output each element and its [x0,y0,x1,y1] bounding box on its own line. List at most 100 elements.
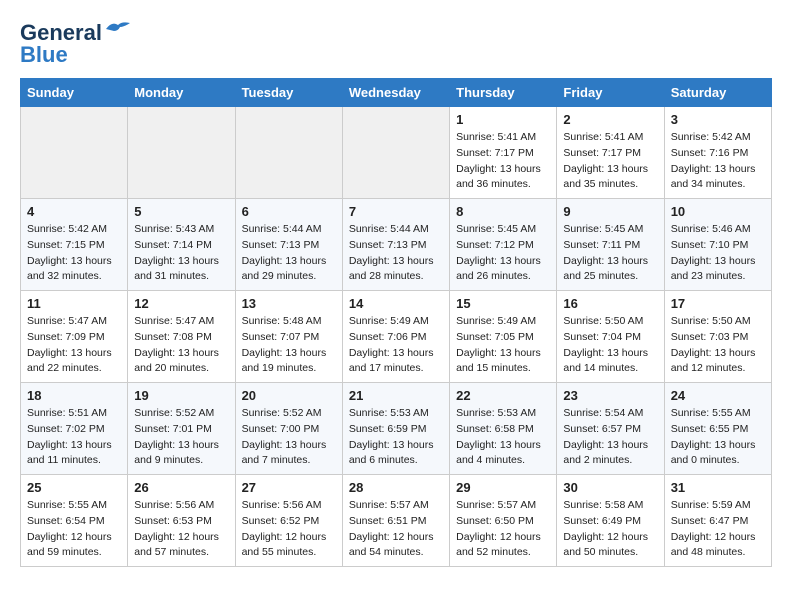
calendar-cell: 22 Sunrise: 5:53 AMSunset: 6:58 PMDaylig… [450,383,557,475]
day-number: 30 [563,480,657,495]
day-number: 19 [134,388,228,403]
day-number: 16 [563,296,657,311]
day-number: 12 [134,296,228,311]
day-number: 11 [27,296,121,311]
day-info: Sunrise: 5:50 AMSunset: 7:04 PMDaylight:… [563,314,657,377]
calendar-cell: 2 Sunrise: 5:41 AMSunset: 7:17 PMDayligh… [557,107,664,199]
day-info: Sunrise: 5:47 AMSunset: 7:08 PMDaylight:… [134,314,228,377]
day-info: Sunrise: 5:46 AMSunset: 7:10 PMDaylight:… [671,222,765,285]
calendar-cell: 11 Sunrise: 5:47 AMSunset: 7:09 PMDaylig… [21,291,128,383]
calendar-cell: 13 Sunrise: 5:48 AMSunset: 7:07 PMDaylig… [235,291,342,383]
column-header-friday: Friday [557,79,664,107]
week-row-3: 11 Sunrise: 5:47 AMSunset: 7:09 PMDaylig… [21,291,772,383]
day-info: Sunrise: 5:48 AMSunset: 7:07 PMDaylight:… [242,314,336,377]
calendar-cell: 20 Sunrise: 5:52 AMSunset: 7:00 PMDaylig… [235,383,342,475]
column-header-monday: Monday [128,79,235,107]
day-number: 28 [349,480,443,495]
day-info: Sunrise: 5:53 AMSunset: 6:59 PMDaylight:… [349,406,443,469]
calendar-cell: 24 Sunrise: 5:55 AMSunset: 6:55 PMDaylig… [664,383,771,475]
day-info: Sunrise: 5:45 AMSunset: 7:11 PMDaylight:… [563,222,657,285]
day-number: 17 [671,296,765,311]
day-info: Sunrise: 5:55 AMSunset: 6:54 PMDaylight:… [27,498,121,561]
day-number: 13 [242,296,336,311]
day-info: Sunrise: 5:54 AMSunset: 6:57 PMDaylight:… [563,406,657,469]
day-info: Sunrise: 5:50 AMSunset: 7:03 PMDaylight:… [671,314,765,377]
day-number: 26 [134,480,228,495]
calendar-cell [128,107,235,199]
calendar-cell: 18 Sunrise: 5:51 AMSunset: 7:02 PMDaylig… [21,383,128,475]
calendar-cell: 12 Sunrise: 5:47 AMSunset: 7:08 PMDaylig… [128,291,235,383]
day-number: 15 [456,296,550,311]
day-info: Sunrise: 5:42 AMSunset: 7:16 PMDaylight:… [671,130,765,193]
calendar-cell: 28 Sunrise: 5:57 AMSunset: 6:51 PMDaylig… [342,475,449,567]
calendar-cell: 6 Sunrise: 5:44 AMSunset: 7:13 PMDayligh… [235,199,342,291]
week-row-5: 25 Sunrise: 5:55 AMSunset: 6:54 PMDaylig… [21,475,772,567]
calendar-cell: 3 Sunrise: 5:42 AMSunset: 7:16 PMDayligh… [664,107,771,199]
calendar-cell: 16 Sunrise: 5:50 AMSunset: 7:04 PMDaylig… [557,291,664,383]
week-row-2: 4 Sunrise: 5:42 AMSunset: 7:15 PMDayligh… [21,199,772,291]
calendar-cell: 26 Sunrise: 5:56 AMSunset: 6:53 PMDaylig… [128,475,235,567]
calendar-cell: 21 Sunrise: 5:53 AMSunset: 6:59 PMDaylig… [342,383,449,475]
week-row-4: 18 Sunrise: 5:51 AMSunset: 7:02 PMDaylig… [21,383,772,475]
header-row: SundayMondayTuesdayWednesdayThursdayFrid… [21,79,772,107]
calendar-cell: 23 Sunrise: 5:54 AMSunset: 6:57 PMDaylig… [557,383,664,475]
column-header-sunday: Sunday [21,79,128,107]
calendar-cell: 9 Sunrise: 5:45 AMSunset: 7:11 PMDayligh… [557,199,664,291]
day-number: 27 [242,480,336,495]
day-number: 23 [563,388,657,403]
day-info: Sunrise: 5:57 AMSunset: 6:50 PMDaylight:… [456,498,550,561]
day-number: 2 [563,112,657,127]
calendar-table: SundayMondayTuesdayWednesdayThursdayFrid… [20,78,772,567]
day-number: 31 [671,480,765,495]
day-info: Sunrise: 5:59 AMSunset: 6:47 PMDaylight:… [671,498,765,561]
calendar-cell: 31 Sunrise: 5:59 AMSunset: 6:47 PMDaylig… [664,475,771,567]
day-info: Sunrise: 5:43 AMSunset: 7:14 PMDaylight:… [134,222,228,285]
day-number: 21 [349,388,443,403]
day-info: Sunrise: 5:44 AMSunset: 7:13 PMDaylight:… [349,222,443,285]
day-number: 9 [563,204,657,219]
day-number: 1 [456,112,550,127]
day-number: 5 [134,204,228,219]
day-info: Sunrise: 5:41 AMSunset: 7:17 PMDaylight:… [456,130,550,193]
calendar-cell: 30 Sunrise: 5:58 AMSunset: 6:49 PMDaylig… [557,475,664,567]
day-number: 7 [349,204,443,219]
day-info: Sunrise: 5:49 AMSunset: 7:05 PMDaylight:… [456,314,550,377]
day-number: 18 [27,388,121,403]
day-info: Sunrise: 5:49 AMSunset: 7:06 PMDaylight:… [349,314,443,377]
column-header-saturday: Saturday [664,79,771,107]
calendar-cell: 1 Sunrise: 5:41 AMSunset: 7:17 PMDayligh… [450,107,557,199]
calendar-cell: 14 Sunrise: 5:49 AMSunset: 7:06 PMDaylig… [342,291,449,383]
calendar-cell: 5 Sunrise: 5:43 AMSunset: 7:14 PMDayligh… [128,199,235,291]
day-info: Sunrise: 5:56 AMSunset: 6:53 PMDaylight:… [134,498,228,561]
day-number: 8 [456,204,550,219]
calendar-cell [21,107,128,199]
day-number: 22 [456,388,550,403]
day-number: 14 [349,296,443,311]
day-number: 24 [671,388,765,403]
day-info: Sunrise: 5:51 AMSunset: 7:02 PMDaylight:… [27,406,121,469]
day-number: 10 [671,204,765,219]
day-info: Sunrise: 5:58 AMSunset: 6:49 PMDaylight:… [563,498,657,561]
day-info: Sunrise: 5:47 AMSunset: 7:09 PMDaylight:… [27,314,121,377]
day-info: Sunrise: 5:53 AMSunset: 6:58 PMDaylight:… [456,406,550,469]
calendar-cell: 29 Sunrise: 5:57 AMSunset: 6:50 PMDaylig… [450,475,557,567]
day-number: 6 [242,204,336,219]
calendar-cell: 8 Sunrise: 5:45 AMSunset: 7:12 PMDayligh… [450,199,557,291]
day-info: Sunrise: 5:56 AMSunset: 6:52 PMDaylight:… [242,498,336,561]
logo: General Blue [20,20,132,68]
column-header-wednesday: Wednesday [342,79,449,107]
day-info: Sunrise: 5:55 AMSunset: 6:55 PMDaylight:… [671,406,765,469]
calendar-cell: 15 Sunrise: 5:49 AMSunset: 7:05 PMDaylig… [450,291,557,383]
day-number: 3 [671,112,765,127]
day-info: Sunrise: 5:52 AMSunset: 7:00 PMDaylight:… [242,406,336,469]
day-number: 20 [242,388,336,403]
calendar-cell: 17 Sunrise: 5:50 AMSunset: 7:03 PMDaylig… [664,291,771,383]
day-info: Sunrise: 5:41 AMSunset: 7:17 PMDaylight:… [563,130,657,193]
logo-blue: Blue [20,42,68,68]
calendar-cell: 25 Sunrise: 5:55 AMSunset: 6:54 PMDaylig… [21,475,128,567]
logo-bird-icon [104,19,132,39]
calendar-cell: 27 Sunrise: 5:56 AMSunset: 6:52 PMDaylig… [235,475,342,567]
calendar-cell [342,107,449,199]
page-header: General Blue [20,20,772,68]
calendar-cell: 4 Sunrise: 5:42 AMSunset: 7:15 PMDayligh… [21,199,128,291]
